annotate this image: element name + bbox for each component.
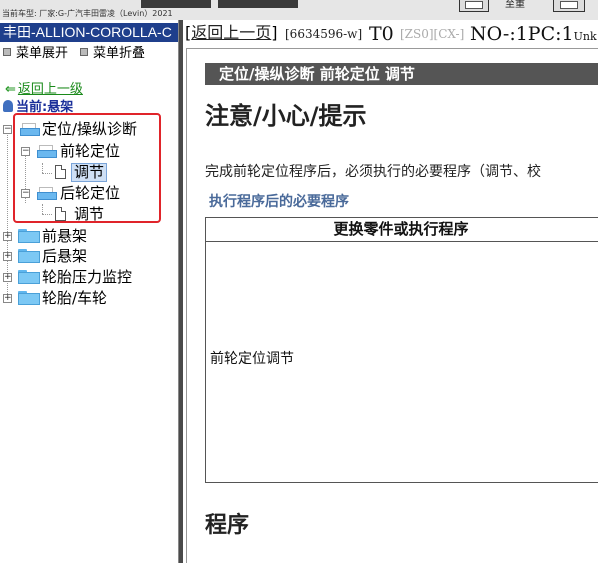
collapse-toggle-icon[interactable]: − (3, 125, 12, 134)
window-icon[interactable] (553, 0, 585, 12)
tree-item-label: 后悬架 (42, 247, 88, 265)
expand-toggle-icon[interactable]: + (3, 273, 12, 282)
top-toolbar: 至重 当前车型: 厂家:G-广汽丰田雷凌（Levin）2021 (0, 0, 598, 20)
table-cell: 前轮定位调节 (210, 351, 294, 367)
back-page-label: 返回上一页 (191, 23, 272, 42)
table-header: 更换零件或执行程序 (206, 218, 598, 242)
expand-all-button[interactable]: 菜单展开 (3, 46, 68, 62)
notice-body: 完成前轮定位程序后，必须执行的必要程序（调节、校 (205, 164, 541, 180)
expand-all-label: 菜单展开 (16, 46, 69, 61)
app-window: 至重 当前车型: 厂家:G-广汽丰田雷凌（Levin）2021 丰田-ALLIO… (0, 0, 598, 563)
back-up-level-link[interactable]: ⇐ 返回上一级 (5, 82, 83, 98)
left-arrow-icon: ⇐ (5, 82, 16, 97)
bracket: ] (271, 23, 278, 42)
expand-toggle-icon[interactable]: + (3, 232, 12, 241)
document-number-text: NO-:1PC:1 (470, 23, 574, 45)
collapse-all-button[interactable]: 菜单折叠 (80, 46, 145, 62)
folder-icon (18, 249, 40, 263)
back-up-label: 返回上一级 (17, 82, 83, 97)
tree-item-tire-wheel[interactable]: + 轮胎/车轮 (0, 288, 178, 308)
toolbar-label[interactable]: 至重 (505, 0, 525, 10)
tree-item-front-suspension[interactable]: + 前悬架 (0, 226, 178, 246)
folder-icon (18, 291, 40, 305)
document-code: T0 (369, 23, 394, 45)
expand-toggle-icon[interactable]: + (3, 252, 12, 261)
tree-item-label: 轮胎/车轮 (42, 289, 108, 307)
sidebar: 丰田-ALLION-COROLLA-C 菜单展开 菜单折叠 ⇐ 返回上一级 当前:… (0, 20, 178, 563)
location-icon (3, 100, 13, 112)
back-page-link[interactable]: [返回上一页] (185, 23, 278, 43)
collapse-all-label: 菜单折叠 (93, 46, 146, 61)
tree-item-rear-suspension[interactable]: + 后悬架 (0, 246, 178, 266)
procedure-table: 更换零件或执行程序 前轮定位调节 (205, 217, 598, 483)
document-number-tail: Unk (573, 30, 597, 43)
document-number: NO-:1PC:1Unk (470, 20, 597, 51)
expand-icon (3, 48, 11, 56)
notice-heading: 注意/小心/提示 (205, 102, 367, 130)
tree-item-label: 轮胎压力监控 (42, 268, 133, 286)
highlight-annotation (13, 113, 161, 223)
window-icon[interactable] (459, 0, 489, 12)
folder-icon (18, 229, 40, 243)
folder-icon (18, 270, 40, 284)
collapse-icon (80, 48, 88, 56)
current-vehicle-status: 当前车型: 厂家:G-广汽丰田雷凌（Levin）2021 (2, 9, 173, 18)
toolbar-button[interactable] (141, 0, 211, 8)
document-nav: [返回上一页] [6634596-w] T0 [ZS0][CX-] NO-:1P… (183, 20, 598, 48)
model-title: 丰田-ALLION-COROLLA-C (0, 23, 178, 42)
tree-item-tpms[interactable]: + 轮胎压力监控 (0, 267, 178, 287)
section-title: 定位/操纵诊断 前轮定位 调节 (205, 63, 598, 85)
document-id: [6634596-w] (285, 27, 363, 41)
toolbar-button[interactable] (218, 0, 298, 8)
document-zs-code: [ZS0][CX-] (400, 27, 465, 41)
expand-toggle-icon[interactable]: + (3, 294, 12, 303)
document-pane: [返回上一页] [6634596-w] T0 [ZS0][CX-] NO-:1P… (183, 20, 598, 563)
program-heading: 程序 (205, 513, 250, 538)
tree-item-label: 前悬架 (42, 227, 88, 245)
notice-subheading: 执行程序后的必要程序 (209, 194, 349, 210)
